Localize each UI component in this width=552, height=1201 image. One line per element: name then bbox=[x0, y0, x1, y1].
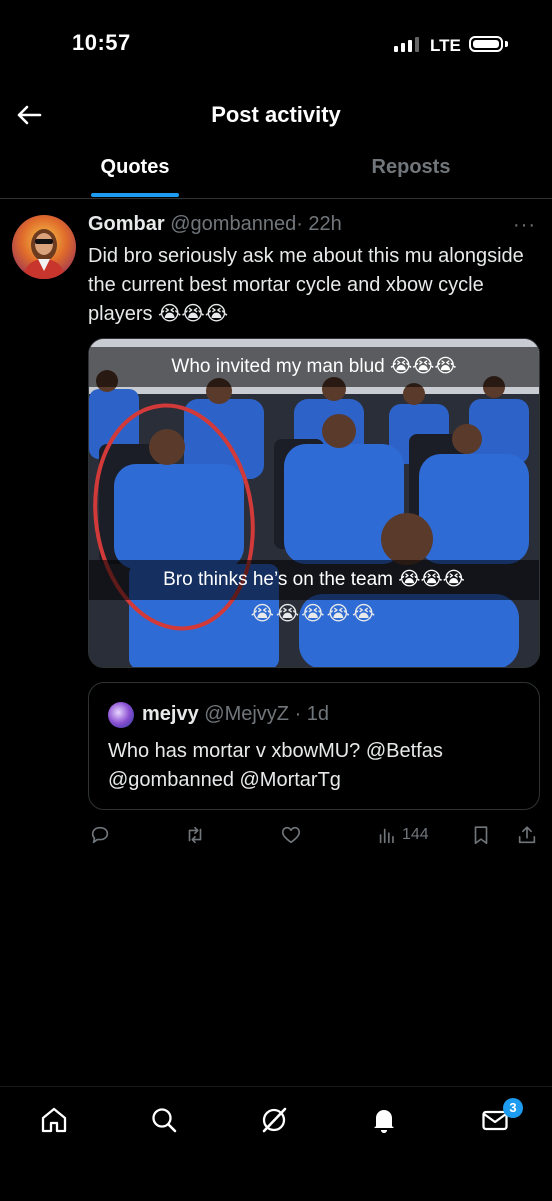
network-label: LTE bbox=[430, 36, 461, 55]
post-header: Gombar @gombanned· 22h bbox=[88, 213, 342, 236]
share-button[interactable] bbox=[516, 822, 538, 848]
views-button[interactable]: 144 bbox=[376, 822, 429, 848]
post-text: Did bro seriously ask me about this mu a… bbox=[88, 245, 524, 325]
bookmark-icon bbox=[474, 826, 488, 845]
post-time: · 22h bbox=[296, 213, 342, 235]
more-options-button[interactable]: ··· bbox=[513, 214, 536, 237]
search-icon bbox=[152, 1108, 177, 1133]
battery-icon bbox=[469, 36, 503, 52]
tab-reposts[interactable]: Reposts bbox=[311, 156, 511, 179]
post-image[interactable]: Who invited my man blud 😭😭😭 Bro thinks h… bbox=[88, 338, 540, 668]
quoted-author-name: mejvy bbox=[142, 703, 199, 725]
tabs-divider bbox=[0, 198, 552, 199]
quoted-author-handle: @MejvyZ bbox=[204, 703, 290, 725]
author-avatar[interactable] bbox=[12, 215, 76, 279]
repost-button[interactable] bbox=[184, 822, 206, 848]
messages-badge: 3 bbox=[503, 1098, 523, 1118]
views-icon bbox=[379, 828, 394, 844]
nav-search[interactable] bbox=[148, 1104, 180, 1136]
image-caption-bottom: Bro thinks he’s on the team 😭😭😭 bbox=[89, 560, 539, 600]
active-tab-indicator bbox=[91, 193, 179, 197]
status-time: 10:57 bbox=[72, 30, 131, 55]
nav-notifications[interactable] bbox=[368, 1104, 400, 1136]
bookmark-button[interactable] bbox=[470, 822, 492, 848]
quoted-post-text: Who has mortar v xbowMU? @Betfas @gomban… bbox=[108, 740, 443, 791]
nav-home[interactable] bbox=[38, 1104, 70, 1136]
image-caption-top: Who invited my man blud 😭😭😭 bbox=[89, 347, 539, 387]
quoted-post-time: · 1d bbox=[294, 703, 330, 725]
signal-strength-icon bbox=[394, 36, 419, 52]
image-caption-emojis: 😭😭😭😭😭 bbox=[250, 603, 378, 625]
like-button[interactable] bbox=[280, 822, 302, 848]
author-handle[interactable]: @gombanned bbox=[170, 213, 296, 235]
notifications-icon bbox=[374, 1110, 394, 1133]
reply-button[interactable] bbox=[89, 822, 111, 848]
page-title: Post activity bbox=[211, 102, 341, 127]
nav-grok[interactable] bbox=[258, 1104, 290, 1136]
home-icon bbox=[41, 1107, 67, 1133]
quoted-author-avatar bbox=[108, 702, 134, 728]
repost-icon bbox=[188, 826, 202, 844]
share-icon bbox=[518, 826, 536, 844]
reply-icon bbox=[91, 826, 109, 844]
battery-tip bbox=[505, 41, 508, 47]
tab-quotes[interactable]: Quotes bbox=[35, 156, 235, 179]
avatar-image bbox=[22, 229, 66, 279]
like-icon bbox=[281, 826, 301, 844]
quoted-post-header: mejvy @MejvyZ · 1d bbox=[142, 703, 329, 726]
views-count: 144 bbox=[402, 826, 429, 843]
author-name[interactable]: Gombar bbox=[88, 213, 165, 235]
grok-icon bbox=[262, 1107, 287, 1133]
